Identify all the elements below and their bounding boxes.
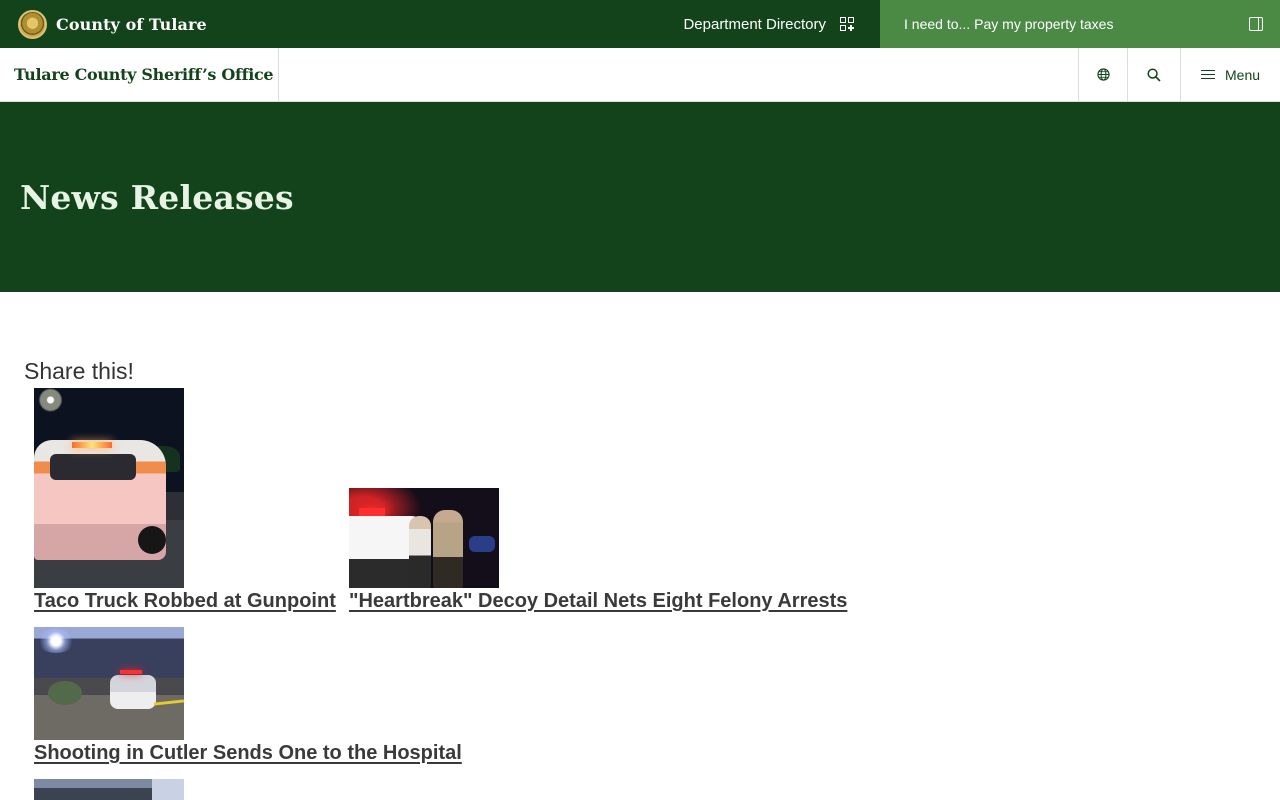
department-directory-button[interactable]: Department Directory <box>683 0 854 48</box>
thumbnail-blue-car <box>469 536 495 552</box>
menu-button[interactable]: Menu <box>1180 48 1280 101</box>
header-spacer <box>279 48 1078 101</box>
office-title-link[interactable]: Tulare County Sheriff’s Office <box>0 48 279 101</box>
search-icon <box>1147 67 1161 82</box>
hamburger-icon <box>1201 69 1215 80</box>
globe-icon <box>1096 68 1110 81</box>
thumbnail-patrol-car <box>110 670 156 709</box>
news-link-heartbreak-decoy[interactable]: "Heartbreak" Decoy Detail Nets Eight Fel… <box>349 590 847 613</box>
i-need-to-bar[interactable]: I need to... Pay my property taxes <box>880 0 1280 48</box>
thumbnail-crime-tape <box>153 699 184 706</box>
side-panel-icon[interactable] <box>1249 17 1263 31</box>
thumbnail-deputy <box>433 510 463 588</box>
news-link-taco-truck[interactable]: Taco Truck Robbed at Gunpoint <box>34 590 336 613</box>
share-heading: Share this! <box>24 358 134 384</box>
page-title: News Releases <box>20 178 294 217</box>
department-directory-label: Department Directory <box>683 15 826 33</box>
county-seal-icon[interactable] <box>18 9 47 39</box>
news-thumbnail-heartbreak-decoy[interactable] <box>349 488 499 588</box>
hero-banner: News Releases <box>0 102 1280 292</box>
thumbnail-suv <box>34 440 166 560</box>
county-name-link[interactable]: County of Tulare <box>56 15 207 34</box>
directory-grid-icon <box>840 17 854 31</box>
county-bar: County of Tulare Department Directory I … <box>0 0 1280 48</box>
office-header: Tulare County Sheriff’s Office Menu <box>0 48 1280 102</box>
thumbnail-bush <box>48 681 82 705</box>
i-need-to-action[interactable]: Pay my property taxes <box>974 16 1113 32</box>
thumbnail-person <box>409 516 431 588</box>
news-thumbnail-taco-truck[interactable] <box>34 388 184 588</box>
translate-button[interactable] <box>1078 48 1127 101</box>
news-link-cutler-shooting[interactable]: Shooting in Cutler Sends One to the Hosp… <box>34 742 462 765</box>
thumbnail-siren <box>359 508 385 516</box>
menu-label: Menu <box>1225 66 1261 83</box>
news-thumbnail-cutler-shooting[interactable] <box>34 627 184 740</box>
thumbnail-streetlight <box>36 629 76 653</box>
i-need-to-prefix: I need to... <box>904 16 971 32</box>
county-header: County of Tulare Department Directory <box>0 0 880 48</box>
news-thumbnail-partial[interactable] <box>34 779 184 800</box>
thumbnail-lightbar <box>72 442 112 448</box>
search-button[interactable] <box>1127 48 1180 101</box>
